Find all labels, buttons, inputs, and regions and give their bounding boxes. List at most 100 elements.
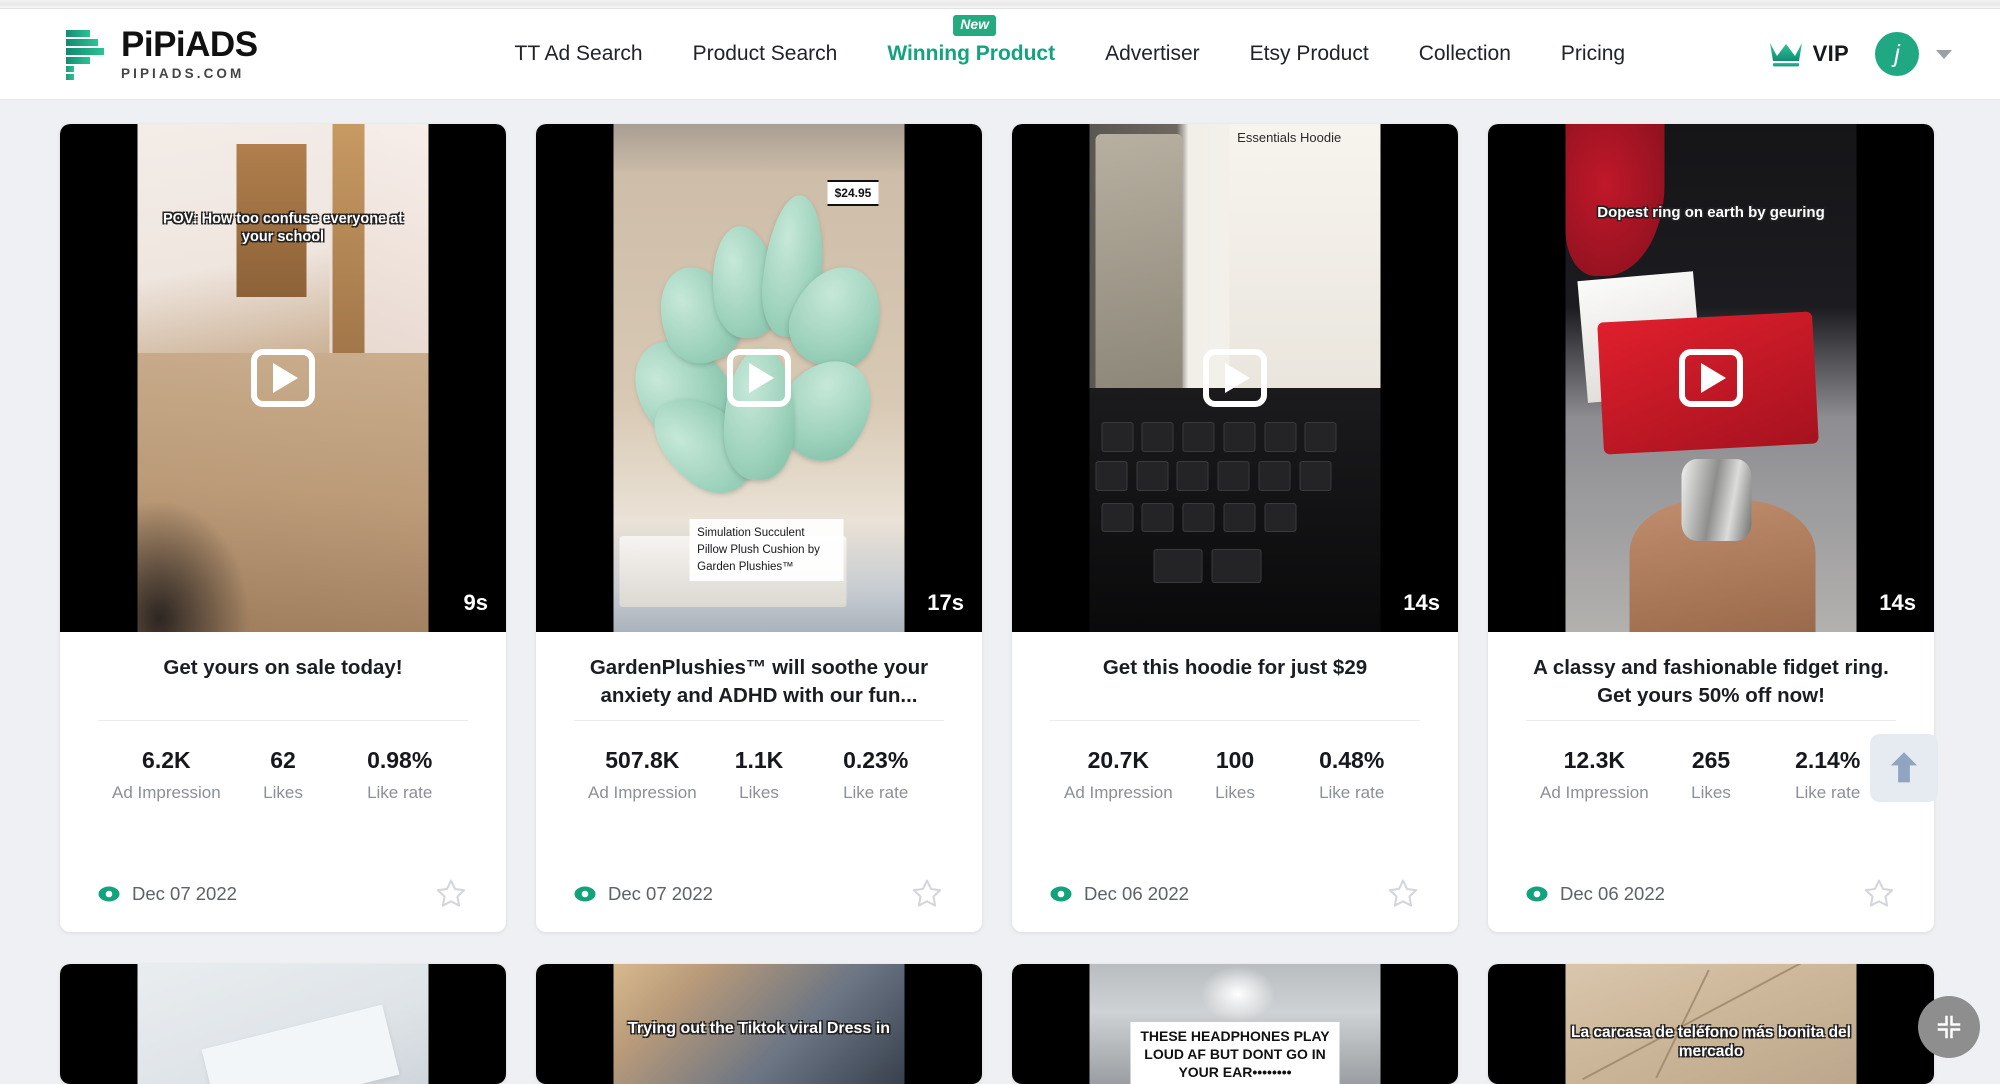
stat-like-rate: 2.14% Like rate — [1769, 747, 1886, 803]
card-date: Dec 07 2022 — [98, 883, 237, 905]
eye-icon — [574, 886, 596, 902]
stat-value: 507.8K — [584, 747, 701, 774]
video-price-tag: $24.95 — [828, 180, 879, 206]
nav-label: Advertiser — [1105, 42, 1200, 65]
pipiads-logo-icon — [60, 28, 108, 80]
card-footer: Dec 06 2022 — [1012, 877, 1458, 932]
stat-like-rate: 0.98% Like rate — [341, 747, 458, 803]
video-overlay-caption: La carcasa de teléfono más bonita del me… — [1566, 1024, 1857, 1061]
product-card[interactable]: POV: How too confuse everyone at your sc… — [60, 124, 506, 932]
video-thumbnail[interactable]: La carcasa de teléfono más bonita del me… — [1488, 964, 1934, 1084]
vip-label: VIP — [1813, 41, 1849, 67]
card-date: Dec 06 2022 — [1050, 883, 1189, 905]
card-body: Get this hoodie for just $29 20.7K Ad Im… — [1012, 632, 1458, 877]
video-thumbnail[interactable]: Trying out the Tiktok viral Dress in — [536, 964, 982, 1084]
thumbnail-media: THESE HEADPHONES PLAY LOUD AF BUT DONT G… — [1090, 964, 1381, 1084]
stat-likes: 1.1K Likes — [701, 747, 818, 803]
video-duration: 14s — [1403, 590, 1440, 616]
chevron-down-icon[interactable] — [1936, 50, 1952, 59]
product-card[interactable] — [60, 964, 506, 1084]
play-button[interactable] — [1679, 349, 1743, 407]
product-card[interactable]: Essentials Hoodie 14s Get this hoodie fo… — [1012, 124, 1458, 932]
stat-value: 0.98% — [341, 747, 458, 774]
nav-item-tt-ad-search[interactable]: TT Ad Search — [490, 42, 668, 66]
stat-likes: 62 Likes — [225, 747, 342, 803]
stat-label: Like rate — [817, 783, 934, 803]
stat-value: 12.3K — [1536, 747, 1653, 774]
play-triangle-icon — [1225, 363, 1250, 393]
nav-item-pricing[interactable]: Pricing — [1536, 42, 1650, 66]
product-card[interactable]: Trying out the Tiktok viral Dress in — [536, 964, 982, 1084]
scroll-to-top-button[interactable] — [1870, 734, 1938, 802]
favorite-star-button[interactable] — [910, 877, 944, 910]
video-thumbnail[interactable] — [60, 964, 506, 1084]
stat-likes: 265 Likes — [1653, 747, 1770, 803]
star-icon — [1386, 877, 1420, 910]
stat-impression: 507.8K Ad Impression — [584, 747, 701, 803]
card-body: Get yours on sale today! 6.2K Ad Impress… — [60, 632, 506, 877]
card-footer: Dec 07 2022 — [536, 877, 982, 932]
thumbnail-media: La carcasa de teléfono más bonita del me… — [1566, 964, 1857, 1084]
video-thumbnail[interactable]: POV: How too confuse everyone at your sc… — [60, 124, 506, 632]
video-overlay-caption: Trying out the Tiktok viral Dress in — [614, 1019, 905, 1038]
nav-label: TT Ad Search — [515, 42, 643, 65]
play-triangle-icon — [273, 363, 298, 393]
video-thumbnail[interactable]: THESE HEADPHONES PLAY LOUD AF BUT DONT G… — [1012, 964, 1458, 1084]
card-footer: Dec 06 2022 — [1488, 877, 1934, 932]
logo[interactable]: PiPiADS PIPIADS.COM — [60, 27, 258, 81]
top-scrollbar[interactable] — [0, 0, 2000, 9]
video-thumbnail[interactable]: $24.95 Simulation Succulent Pillow Plush… — [536, 124, 982, 632]
stat-like-rate: 0.23% Like rate — [817, 747, 934, 803]
favorite-star-button[interactable] — [1386, 877, 1420, 910]
thumbnail-artwork — [138, 964, 429, 1084]
stat-impression: 20.7K Ad Impression — [1060, 747, 1177, 803]
product-card[interactable]: Dopest ring on earth by geuring 14s A cl… — [1488, 124, 1934, 932]
stat-label: Like rate — [1293, 783, 1410, 803]
site-header: PiPiADS PIPIADS.COM TT Ad Search Product… — [0, 9, 2000, 99]
star-icon — [434, 877, 468, 910]
nav-item-winning-product[interactable]: New Winning Product — [862, 42, 1080, 66]
play-button[interactable] — [251, 349, 315, 407]
stat-label: Ad Impression — [1060, 783, 1177, 803]
crown-icon — [1769, 40, 1803, 68]
avatar[interactable]: j — [1875, 32, 1919, 76]
card-stats: 6.2K Ad Impression 62 Likes 0.98% Like r… — [98, 721, 468, 803]
avatar-initial: j — [1894, 40, 1900, 69]
nav-label: Etsy Product — [1250, 42, 1369, 65]
stat-label: Likes — [1653, 783, 1770, 803]
eye-icon — [1050, 886, 1072, 902]
nav-label: Pricing — [1561, 42, 1625, 65]
product-card[interactable]: La carcasa de teléfono más bonita del me… — [1488, 964, 1934, 1084]
play-button[interactable] — [727, 349, 791, 407]
play-triangle-icon — [1701, 363, 1726, 393]
nav-item-product-search[interactable]: Product Search — [668, 42, 863, 66]
stat-value: 2.14% — [1769, 747, 1886, 774]
favorite-star-button[interactable] — [1862, 877, 1896, 910]
video-thumbnail[interactable]: Essentials Hoodie 14s — [1012, 124, 1458, 632]
eye-icon — [98, 886, 120, 902]
exit-fullscreen-button[interactable] — [1918, 996, 1980, 1058]
card-body: A classy and fashionable fidget ring. Ge… — [1488, 632, 1934, 877]
date-text: Dec 06 2022 — [1084, 883, 1189, 905]
nav-item-collection[interactable]: Collection — [1394, 42, 1536, 66]
video-duration: 14s — [1879, 590, 1916, 616]
nav-label: Winning Product — [887, 42, 1055, 65]
stat-impression: 12.3K Ad Impression — [1536, 747, 1653, 803]
nav-item-advertiser[interactable]: Advertiser — [1080, 42, 1225, 66]
product-card[interactable]: $24.95 Simulation Succulent Pillow Plush… — [536, 124, 982, 932]
favorite-star-button[interactable] — [434, 877, 468, 910]
video-thumbnail[interactable]: Dopest ring on earth by geuring 14s — [1488, 124, 1934, 632]
product-card[interactable]: THESE HEADPHONES PLAY LOUD AF BUT DONT G… — [1012, 964, 1458, 1084]
card-date: Dec 06 2022 — [1526, 883, 1665, 905]
stat-label: Ad Impression — [584, 783, 701, 803]
stat-value: 20.7K — [1060, 747, 1177, 774]
date-text: Dec 06 2022 — [1560, 883, 1665, 905]
header-right: VIP j — [1769, 32, 1952, 76]
thumbnail-media: Trying out the Tiktok viral Dress in — [614, 964, 905, 1084]
winning-product-grid: POV: How too confuse everyone at your sc… — [0, 99, 2000, 1080]
nav-item-etsy-product[interactable]: Etsy Product — [1225, 42, 1394, 66]
vip-button[interactable]: VIP — [1769, 40, 1849, 68]
arrow-up-icon — [1888, 751, 1920, 785]
play-button[interactable] — [1203, 349, 1267, 407]
card-footer: Dec 07 2022 — [60, 877, 506, 932]
